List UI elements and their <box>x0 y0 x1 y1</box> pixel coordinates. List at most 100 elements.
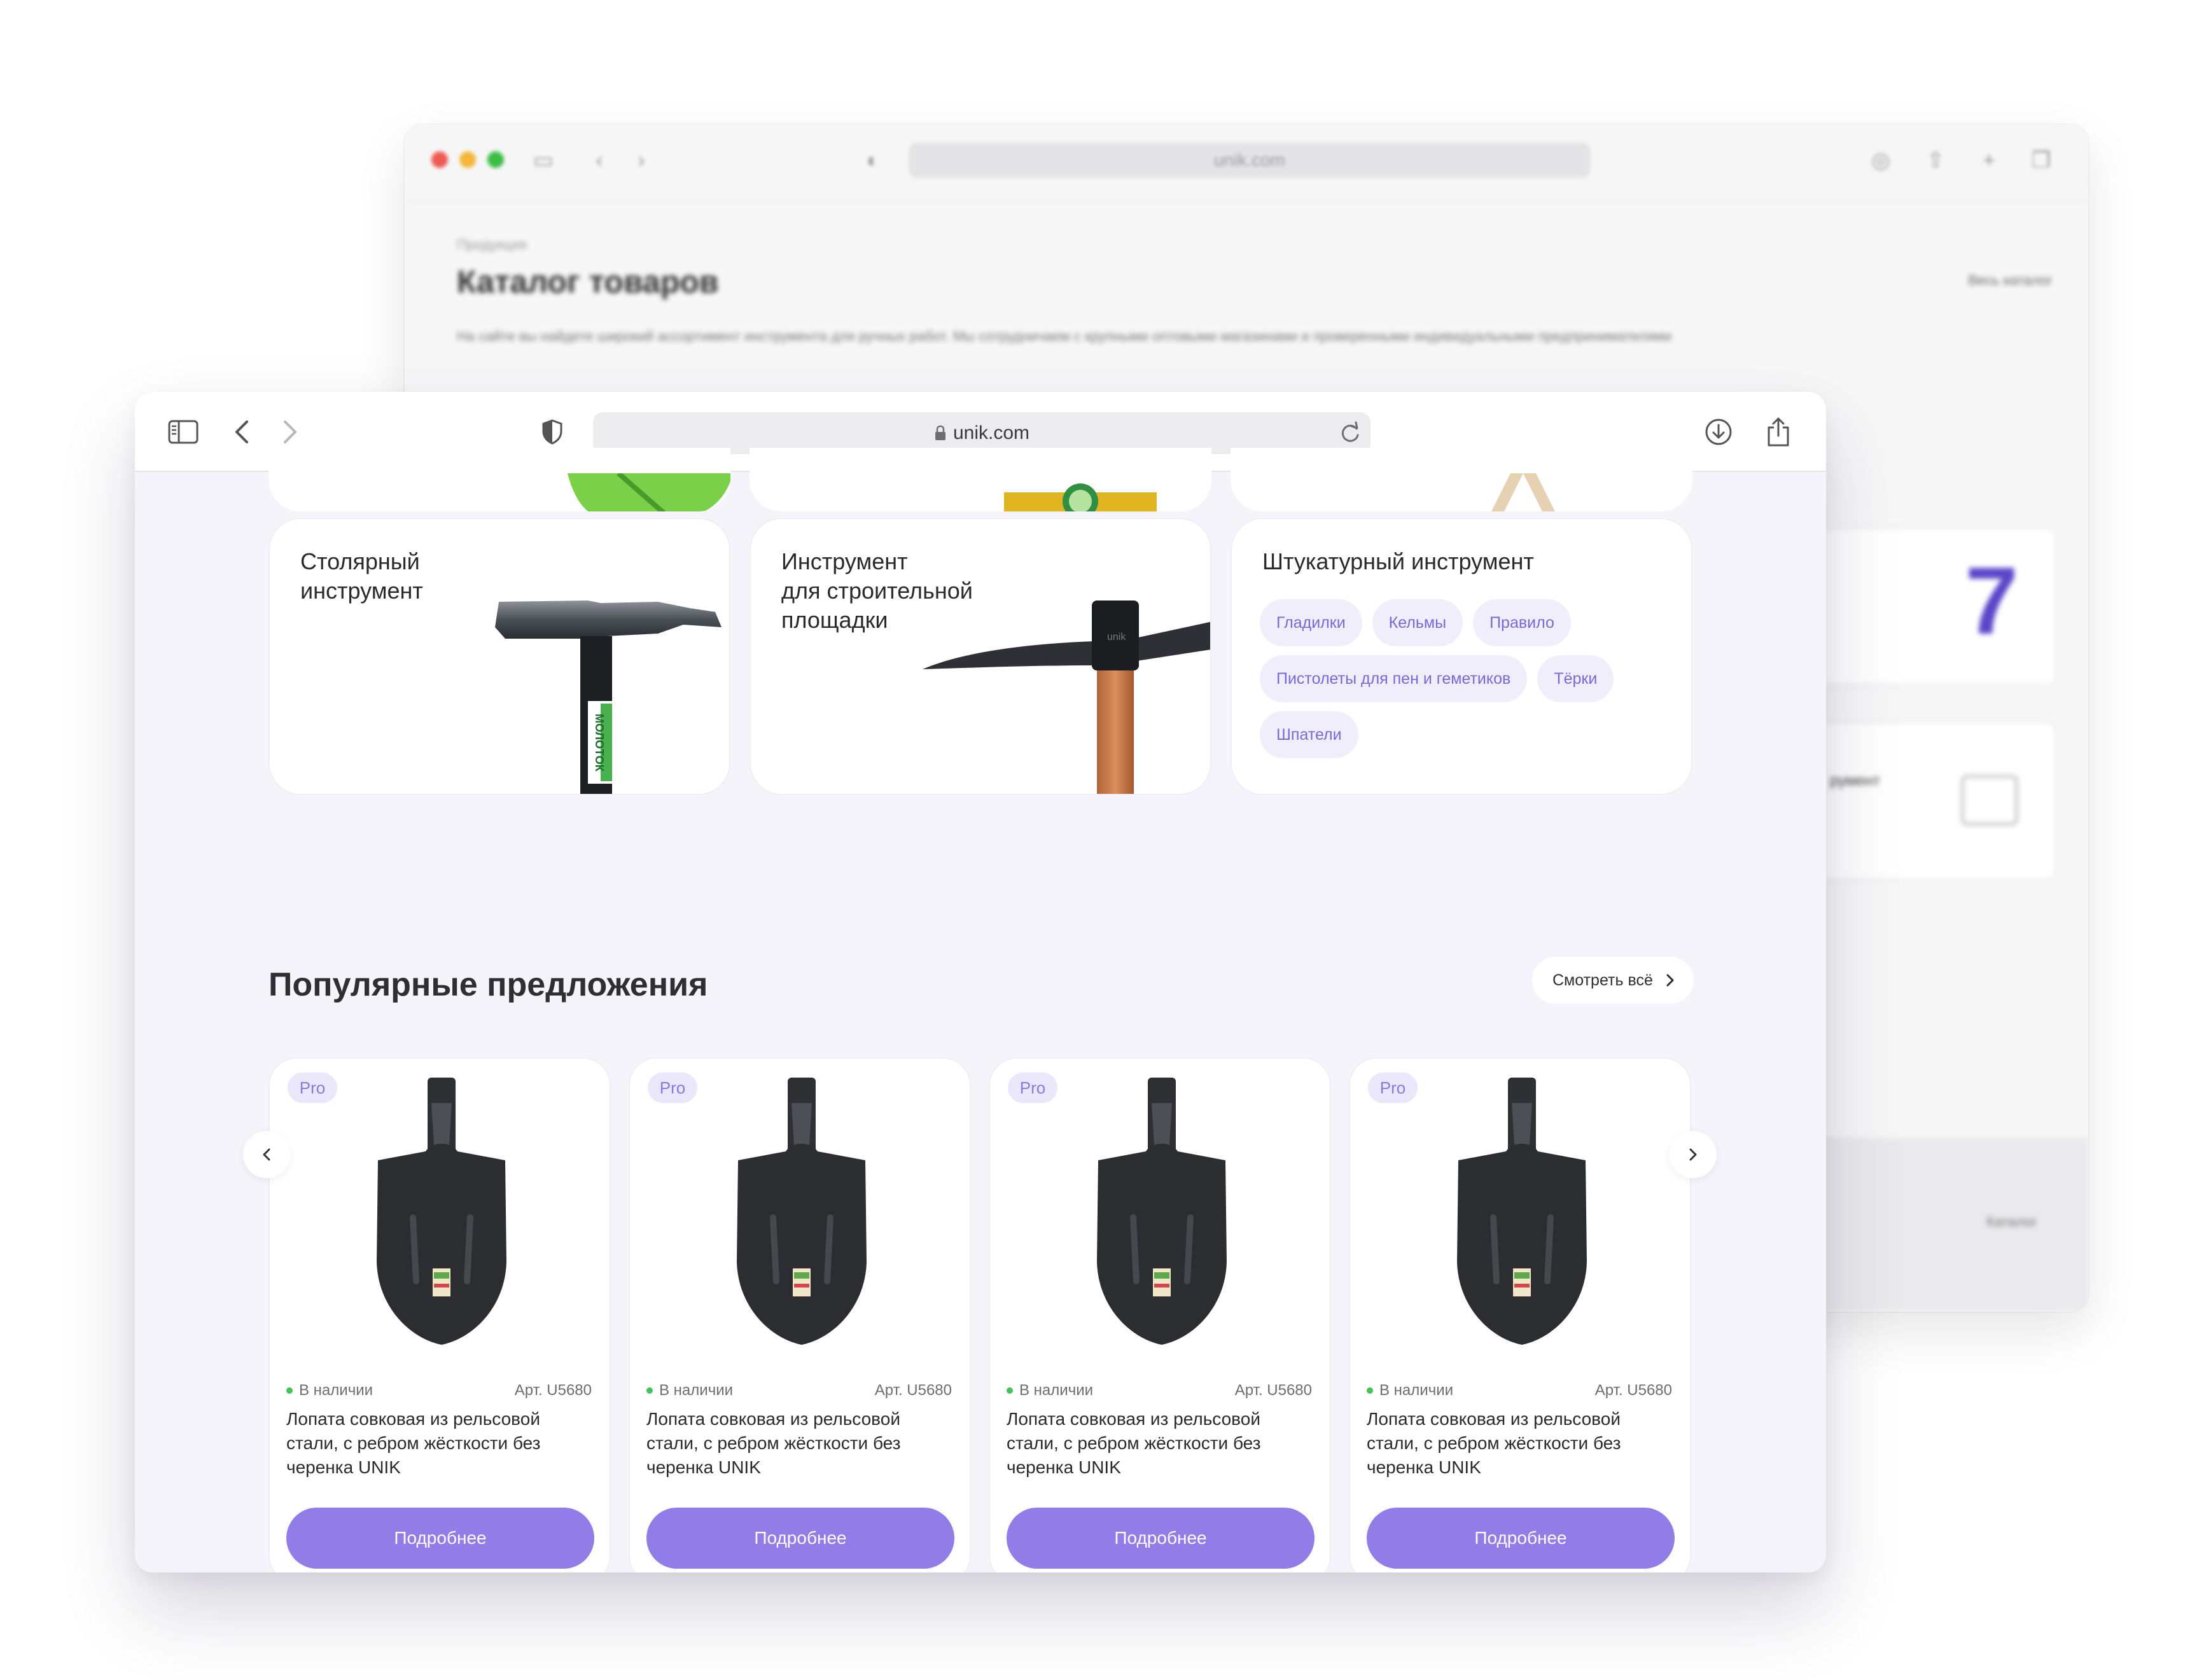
chevron-right-icon <box>1689 1148 1697 1161</box>
see-all-label: Смотреть всё <box>1552 971 1653 989</box>
chevron-right-icon <box>1666 974 1674 987</box>
stock-status: В наличии <box>1367 1382 1453 1399</box>
details-button[interactable]: Подробнее <box>286 1508 594 1569</box>
chevron-left-icon <box>263 1148 270 1161</box>
in-stock-dot <box>1007 1387 1013 1394</box>
forward-icon[interactable] <box>277 416 303 448</box>
stock-label: В наличии <box>299 1382 373 1399</box>
reload-icon[interactable] <box>1339 421 1362 448</box>
category-tile[interactable] <box>1815 527 2056 686</box>
tag-list: Гладилки Кельмы Правило Пистолеты для пе… <box>1260 599 1654 758</box>
tag-kelmy[interactable]: Кельмы <box>1372 599 1463 646</box>
tile-number: 7 <box>1965 547 2018 654</box>
category-title: Столярный инструмент <box>300 548 423 604</box>
tag-gladilki[interactable]: Гладилки <box>1260 599 1362 646</box>
sidebar-icon[interactable] <box>165 416 201 448</box>
product-card[interactable]: Pro В наличии Арт. U5680 Лопата совковая… <box>989 1057 1331 1572</box>
article-number: Арт. U5680 <box>1594 1382 1672 1399</box>
in-stock-dot <box>1367 1387 1373 1394</box>
category-image <box>568 473 730 511</box>
shovel-image <box>377 1078 506 1345</box>
shield-icon[interactable]: ◐ <box>860 148 886 173</box>
carousel-prev-button[interactable] <box>243 1131 290 1178</box>
tag-pravilo[interactable]: Правило <box>1473 599 1571 646</box>
catalog-title: Каталог товаров <box>457 264 719 300</box>
forward-icon[interactable]: › <box>629 148 654 173</box>
background-url-bar[interactable]: unik.com <box>909 142 1591 178</box>
product-name[interactable]: Лопата совковая из рельсовой стали, с ре… <box>286 1407 592 1480</box>
lock-icon <box>935 425 945 440</box>
share-icon[interactable]: ⇧ <box>1923 148 1948 173</box>
sidebar-icon[interactable]: ▭ <box>531 148 556 173</box>
pro-badge: Pro <box>648 1073 697 1103</box>
category-card-partial[interactable] <box>269 448 730 511</box>
breadcrumb[interactable]: Продукция <box>457 237 527 253</box>
hammer-image: МОЛОТОК <box>495 600 722 794</box>
pro-badge: Pro <box>288 1073 337 1103</box>
browser-window: unik.com Столярный инструмент МОЛОТОК Ин… <box>135 392 1826 1572</box>
pickaxe-image: unik <box>923 600 1210 794</box>
stock-status: В наличии <box>646 1382 733 1399</box>
category-title: Штукатурный инструмент <box>1262 548 1534 574</box>
category-image <box>1004 483 1157 511</box>
details-button[interactable]: Подробнее <box>1007 1508 1315 1569</box>
category-card-partial[interactable] <box>1231 448 1692 511</box>
catalog-description: На сайте вы найдете широкий ассортимент … <box>457 328 1672 344</box>
shield-icon[interactable] <box>540 416 565 448</box>
stock-label: В наличии <box>1019 1382 1094 1399</box>
url-text: unik.com <box>952 422 1030 443</box>
tile-label: румент <box>1830 772 1880 789</box>
section-title: Популярные предложения <box>269 966 708 1003</box>
product-name[interactable]: Лопата совковая из рельсовой стали, с ре… <box>1367 1407 1672 1480</box>
category-tile[interactable] <box>1815 721 2056 880</box>
stock-label: В наличии <box>659 1382 734 1399</box>
background-url-text: unik.com <box>1213 150 1286 170</box>
details-button[interactable]: Подробнее <box>1367 1508 1675 1569</box>
tag-foam-guns[interactable]: Пистолеты для пен и геметиков <box>1260 655 1528 702</box>
details-button[interactable]: Подробнее <box>646 1508 954 1569</box>
article-number: Арт. U5680 <box>874 1382 952 1399</box>
carousel-next-button[interactable] <box>1670 1131 1717 1178</box>
product-card[interactable]: Pro В наличии Арт. U5680 Лопата совковая… <box>269 1057 611 1572</box>
category-card-plastering[interactable]: Штукатурный инструмент Гладилки Кельмы П… <box>1231 518 1692 795</box>
shovel-image <box>737 1078 867 1345</box>
maximize-window-dot[interactable] <box>487 151 504 168</box>
tabs-overview-icon[interactable]: ❐ <box>2028 148 2054 173</box>
category-card-carpentry[interactable]: Столярный инструмент МОЛОТОК <box>269 518 730 795</box>
back-icon[interactable]: ‹ <box>587 148 612 173</box>
catalog-link[interactable]: Каталог <box>1986 1214 2037 1230</box>
pro-badge: Pro <box>1008 1073 1057 1103</box>
category-card-partial[interactable] <box>750 448 1211 511</box>
tag-terki[interactable]: Тёрки <box>1537 655 1614 702</box>
article-number: Арт. U5680 <box>1234 1382 1312 1399</box>
in-stock-dot <box>286 1387 293 1394</box>
download-icon[interactable]: ◎ <box>1868 148 1894 173</box>
category-card-construction[interactable]: Инструмент для строительной площадки uni… <box>750 518 1211 795</box>
download-icon[interactable] <box>1703 416 1734 448</box>
share-icon[interactable] <box>1762 416 1794 448</box>
product-card[interactable]: Pro В наличии Арт. U5680 Лопата совковая… <box>1349 1057 1691 1572</box>
hammer-label: МОЛОТОК <box>593 714 606 772</box>
in-stock-dot <box>646 1387 653 1394</box>
shovel-image <box>1457 1078 1587 1345</box>
pickaxe-brand: unik <box>1107 632 1126 642</box>
tag-shpateli[interactable]: Шпатели <box>1260 711 1358 758</box>
page-content: Столярный инструмент МОЛОТОК Инструмент … <box>135 448 1826 1572</box>
product-card[interactable]: Pro В наличии Арт. U5680 Лопата совковая… <box>629 1057 971 1572</box>
pro-badge: Pro <box>1368 1073 1418 1103</box>
close-window-dot[interactable] <box>431 151 448 168</box>
product-name[interactable]: Лопата совковая из рельсовой стали, с ре… <box>1007 1407 1312 1480</box>
stock-status: В наличии <box>1007 1382 1093 1399</box>
stock-status: В наличии <box>286 1382 373 1399</box>
shovel-image <box>1097 1078 1227 1345</box>
article-number: Арт. U5680 <box>514 1382 592 1399</box>
all-catalog-link[interactable]: Весь каталог <box>1968 272 2053 289</box>
minimize-window-dot[interactable] <box>459 151 476 168</box>
background-toolbar: ▭ ‹ › ◐ unik.com ◎ ⇧ + ❐ <box>405 125 2088 202</box>
new-tab-icon[interactable]: + <box>1976 148 2002 173</box>
product-name[interactable]: Лопата совковая из рельсовой стали, с ре… <box>646 1407 952 1480</box>
image-placeholder-icon <box>1961 775 2018 826</box>
stock-label: В наличии <box>1379 1382 1454 1399</box>
see-all-button[interactable]: Смотреть всё <box>1532 957 1694 1004</box>
back-icon[interactable] <box>229 416 255 448</box>
